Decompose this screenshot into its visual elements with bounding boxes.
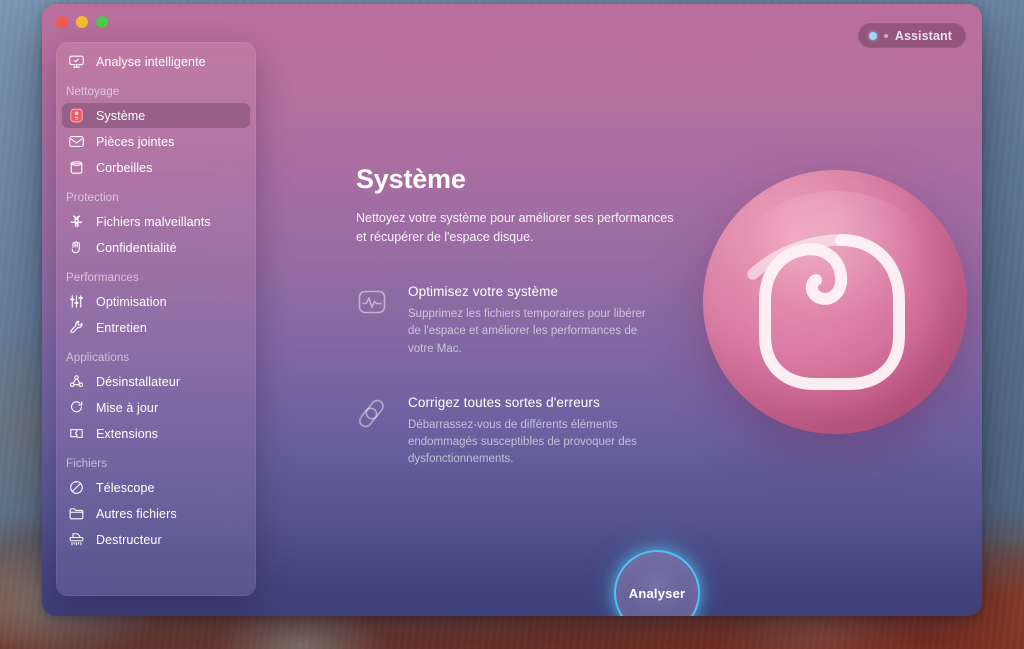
sliders-icon <box>67 292 86 311</box>
scan-button-label: Analyser <box>629 586 686 601</box>
maximize-window-button[interactable] <box>96 16 108 28</box>
feature-title: Corrigez toutes sortes d'erreurs <box>408 395 660 410</box>
sidebar-item-confidentialite[interactable]: Confidentialité <box>62 235 250 260</box>
smart-scan-icon <box>67 52 86 71</box>
sidebar-item-label: Autres fichiers <box>96 507 177 521</box>
sidebar-group-title: Nettoyage <box>56 75 256 102</box>
pulse-monitor-icon <box>356 284 390 358</box>
feature-description: Supprimez les fichiers temporaires pour … <box>408 306 660 358</box>
spiral-squircle-glyph <box>703 170 967 434</box>
sidebar-item-desinstallateur[interactable]: Désinstallateur <box>62 369 250 394</box>
sidebar-item-extensions[interactable]: Extensions <box>62 421 250 446</box>
sidebar-item-label: Pièces jointes <box>96 135 175 149</box>
sidebar-group-title: Performances <box>56 261 256 288</box>
shredder-icon <box>67 530 86 549</box>
assistant-dot-small-icon <box>884 34 888 38</box>
assistant-button[interactable]: Assistant <box>858 23 966 48</box>
sidebar-item-optimisation[interactable]: Optimisation <box>62 289 250 314</box>
system-icon <box>67 106 86 125</box>
sidebar-item-entretien[interactable]: Entretien <box>62 315 250 340</box>
sidebar-item-label: Destructeur <box>96 533 162 547</box>
feature-title: Optimisez votre système <box>408 284 660 299</box>
sidebar: Analyse intelligente Nettoyage Système P… <box>56 42 256 596</box>
sidebar-item-autres-fichiers[interactable]: Autres fichiers <box>62 501 250 526</box>
pink-sphere-spiral-logo <box>703 170 967 434</box>
telescope-icon <box>67 478 86 497</box>
sidebar-item-label: Désinstallateur <box>96 375 180 389</box>
sidebar-group-title: Protection <box>56 181 256 208</box>
trash-icon <box>67 158 86 177</box>
sidebar-item-label: Corbeilles <box>96 161 153 175</box>
assistant-label: Assistant <box>895 29 952 43</box>
sidebar-group-title: Fichiers <box>56 447 256 474</box>
sidebar-item-label: Analyse intelligente <box>96 55 206 69</box>
minimize-window-button[interactable] <box>76 16 88 28</box>
sidebar-item-label: Extensions <box>96 427 158 441</box>
scan-button[interactable]: Analyser <box>614 550 700 616</box>
sidebar-item-label: Entretien <box>96 321 147 335</box>
updater-icon <box>67 398 86 417</box>
feature-description: Débarrassez-vous de différents éléments … <box>408 417 660 469</box>
feature-row: Optimisez votre système Supprimez les fi… <box>356 284 686 358</box>
mail-attachment-icon <box>67 132 86 151</box>
sidebar-group-title: Applications <box>56 341 256 368</box>
window-traffic-lights <box>56 16 108 28</box>
extensions-icon <box>67 424 86 443</box>
sidebar-item-systeme[interactable]: Système <box>62 103 250 128</box>
close-window-button[interactable] <box>56 16 68 28</box>
assistant-dot-large-icon <box>869 32 877 40</box>
biohazard-icon <box>67 212 86 231</box>
privacy-hand-icon <box>67 238 86 257</box>
page-subtitle: Nettoyez votre système pour améliorer se… <box>356 209 686 247</box>
wrench-icon <box>67 318 86 337</box>
uninstaller-icon <box>67 372 86 391</box>
app-window: Assistant Analyse intelligente Nettoyage <box>42 4 982 616</box>
folder-icon <box>67 504 86 523</box>
sidebar-item-smart-scan[interactable]: Analyse intelligente <box>62 49 250 74</box>
sidebar-item-corbeilles[interactable]: Corbeilles <box>62 155 250 180</box>
sidebar-item-destructeur[interactable]: Destructeur <box>62 527 250 552</box>
page-title: Système <box>356 164 686 195</box>
sidebar-item-label: Optimisation <box>96 295 167 309</box>
sidebar-item-label: Fichiers malveillants <box>96 215 211 229</box>
sidebar-item-label: Système <box>96 109 145 123</box>
sidebar-item-fichiers-malveillants[interactable]: Fichiers malveillants <box>62 209 250 234</box>
main-content: Système Nettoyez votre système pour amél… <box>356 164 686 469</box>
sidebar-item-label: Mise à jour <box>96 401 158 415</box>
sidebar-item-telescope[interactable]: Télescope <box>62 475 250 500</box>
sidebar-item-mise-a-jour[interactable]: Mise à jour <box>62 395 250 420</box>
feature-row: Corrigez toutes sortes d'erreurs Débarra… <box>356 395 686 469</box>
pills-icon <box>356 395 390 469</box>
sidebar-item-label: Télescope <box>96 481 155 495</box>
sidebar-item-pieces-jointes[interactable]: Pièces jointes <box>62 129 250 154</box>
sidebar-item-label: Confidentialité <box>96 241 177 255</box>
